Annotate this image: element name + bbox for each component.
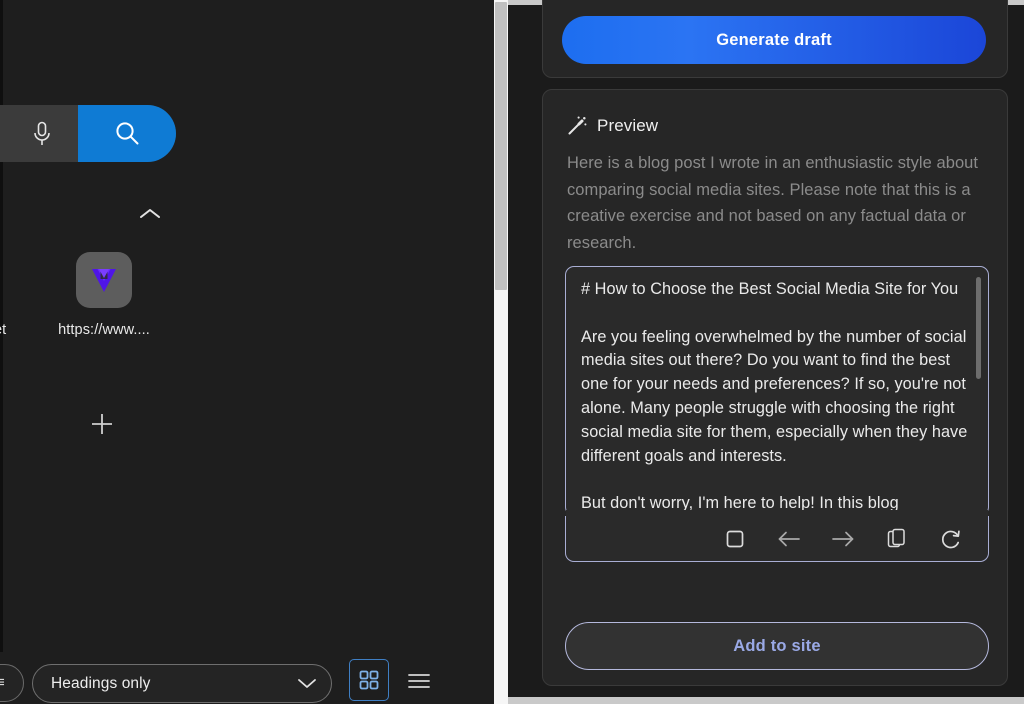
- copy-icon: [887, 528, 905, 547]
- add-shortcut-button[interactable]: [84, 406, 120, 442]
- headings-filter-value: Headings only: [51, 674, 151, 692]
- next-button[interactable]: [828, 524, 858, 554]
- site-shortcut-label-partial: et: [0, 322, 7, 338]
- preview-card: Preview Here is a blog post I wrote in a…: [542, 89, 1008, 686]
- magic-wand-icon: [568, 116, 587, 135]
- panel-bottom-strip: [508, 697, 1024, 704]
- plus-icon: [92, 414, 112, 434]
- site-shortcut-tile[interactable]: [76, 252, 132, 308]
- collapse-shortcuts-button[interactable]: [134, 198, 166, 230]
- draft-toolbar: [565, 516, 989, 562]
- preview-header: Preview: [567, 115, 658, 136]
- search-icon: [115, 122, 138, 145]
- list-view-icon: [408, 674, 430, 688]
- screen-root: https://www.... et ≡ Headings only: [0, 0, 1024, 704]
- preview-title: Preview: [597, 115, 659, 135]
- v-logo-icon: [92, 269, 116, 292]
- site-shortcut-label: https://www....: [58, 322, 150, 338]
- search-button[interactable]: [78, 105, 176, 162]
- chevron-up-icon: [140, 209, 160, 218]
- chevron-down-icon: [298, 679, 316, 688]
- list-view-toggle[interactable]: [400, 663, 438, 699]
- refresh-icon: [941, 530, 960, 548]
- draft-textarea[interactable]: # How to Choose the Best Social Media Si…: [565, 266, 989, 516]
- grid-view-icon: [359, 670, 379, 690]
- arrow-left-icon: [778, 531, 800, 546]
- regenerate-button[interactable]: [936, 524, 966, 554]
- microphone-icon: [34, 121, 50, 145]
- stop-square-icon: [726, 530, 744, 547]
- copy-button[interactable]: [882, 524, 912, 554]
- partial-round-button-glyph: ≡: [0, 674, 5, 691]
- add-to-site-button[interactable]: Add to site: [565, 622, 989, 670]
- page-scrollbar[interactable]: [494, 0, 508, 704]
- ai-assistant-panel: Generate draft Preview Here is a blog po…: [508, 0, 1024, 704]
- arrow-right-icon: [832, 531, 854, 546]
- grid-view-toggle[interactable]: [349, 659, 389, 701]
- headings-filter-select[interactable]: Headings only: [32, 664, 332, 703]
- page-scrollbar-thumb[interactable]: [495, 2, 507, 290]
- draft-text-content: # How to Choose the Best Social Media Si…: [581, 280, 968, 513]
- draft-scrollbar-thumb[interactable]: [976, 277, 981, 379]
- preview-intro-text: Here is a blog post I wrote in an enthus…: [567, 154, 979, 252]
- microphone-button[interactable]: [14, 105, 70, 162]
- browser-content-panel: https://www.... et ≡ Headings only: [0, 0, 494, 704]
- panel-rail: [508, 0, 534, 704]
- previous-button[interactable]: [774, 524, 804, 554]
- generate-draft-button[interactable]: Generate draft: [562, 16, 986, 64]
- stop-button[interactable]: [720, 524, 750, 554]
